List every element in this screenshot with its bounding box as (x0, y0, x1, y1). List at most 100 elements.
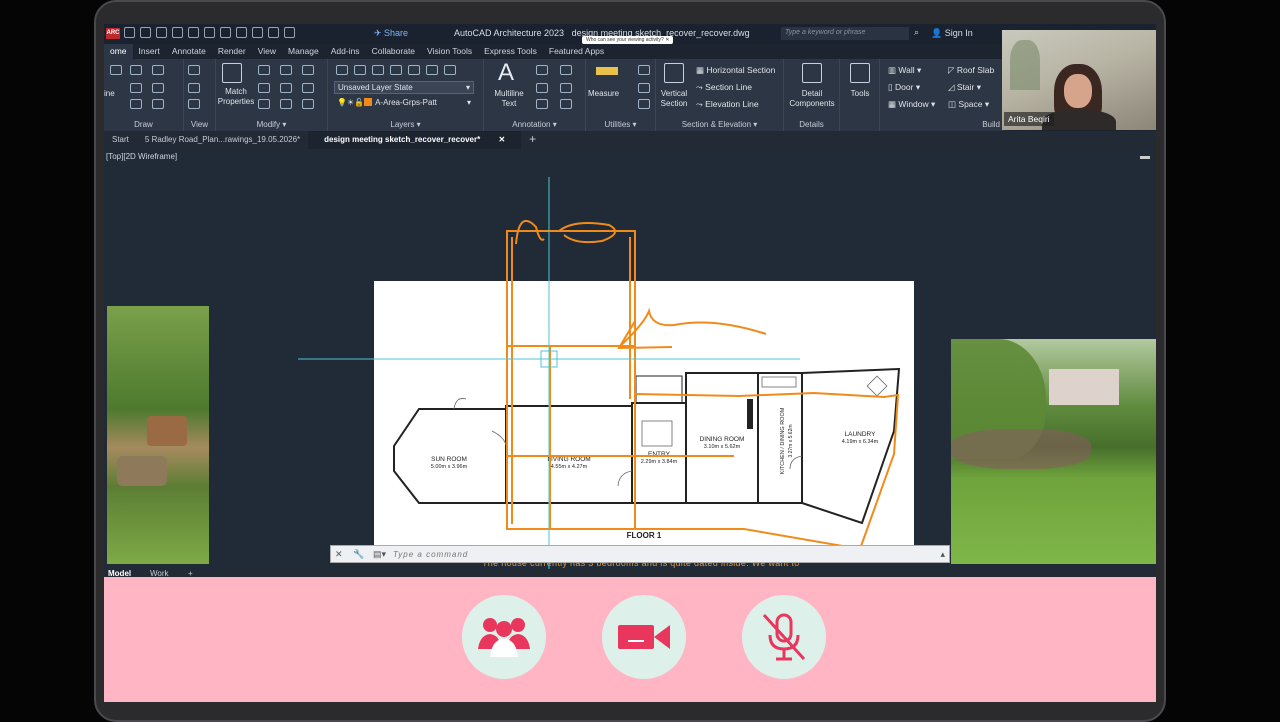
share-button[interactable]: ✈ Share (374, 28, 408, 39)
close-icon[interactable]: ✕ (490, 131, 513, 148)
dimension-icon[interactable] (536, 65, 548, 75)
tools-icon[interactable] (850, 63, 870, 83)
arc-icon[interactable] (152, 65, 164, 75)
match-properties-icon[interactable] (222, 63, 242, 83)
mirror-icon[interactable] (280, 83, 292, 93)
tools-label[interactable]: Tools (840, 89, 880, 99)
search-input[interactable]: Type a keyword or phrase (781, 27, 909, 40)
layer-walk-icon[interactable] (444, 65, 456, 75)
table-icon[interactable] (560, 83, 572, 93)
microphone-button[interactable] (742, 595, 826, 679)
doc-tab-radley-road[interactable]: 5 Radley Road_Plan...rawings_19.05.2026* (137, 131, 308, 149)
section-elevation-group-label[interactable]: Section & Elevation ▾ (656, 120, 783, 129)
tab-render[interactable]: Render (212, 44, 252, 59)
layer-lock-icon[interactable] (408, 65, 420, 75)
close-icon[interactable]: ✕ (335, 549, 343, 560)
undo-icon[interactable] (220, 27, 231, 38)
workspace-icon[interactable] (268, 27, 279, 38)
mleader-icon[interactable] (536, 99, 548, 109)
tab-home[interactable]: ome (104, 44, 133, 59)
elevation-line-button[interactable]: ⤳ Elevation Line (696, 99, 759, 110)
chevron-up-icon[interactable]: ▴ (940, 549, 945, 560)
tab-featured-apps[interactable]: Featured Apps (543, 44, 610, 59)
stretch-icon[interactable] (258, 99, 270, 109)
sign-in-button[interactable]: 👤 Sign In (931, 28, 973, 39)
command-input[interactable]: Type a command (393, 550, 468, 559)
view-cube-icon[interactable] (188, 65, 200, 75)
layers-group-label[interactable]: Layers ▾ (328, 120, 483, 129)
polyline-icon[interactable] (130, 65, 142, 75)
customize-icon[interactable] (284, 27, 295, 38)
modify-group-label[interactable]: Modify ▾ (216, 120, 327, 129)
space-button[interactable]: ◫ Space ▾ (948, 99, 989, 110)
annotation-group-label[interactable]: Annotation ▾ (484, 120, 585, 129)
wall-button[interactable]: ▥ Wall ▾ (888, 65, 921, 76)
measure-icon[interactable] (596, 67, 618, 75)
rectangle-icon[interactable] (130, 99, 142, 109)
new-file-icon[interactable] (124, 27, 135, 38)
layer-properties-icon[interactable] (336, 65, 348, 75)
layer-state-select[interactable]: Unsaved Layer State ▾ (334, 81, 474, 94)
save-as-icon[interactable] (172, 27, 183, 38)
tab-manage[interactable]: Manage (282, 44, 325, 59)
print-icon[interactable] (204, 27, 215, 38)
text-icon[interactable] (536, 83, 548, 93)
save-icon[interactable] (156, 27, 167, 38)
measure-label[interactable]: Measure (588, 89, 619, 99)
circle-icon[interactable] (130, 83, 142, 93)
match-properties-label[interactable]: Match Properties (216, 87, 256, 107)
camera-button[interactable] (602, 595, 686, 679)
rotate-icon[interactable] (280, 65, 292, 75)
line-tool-label[interactable]: ine (104, 89, 115, 99)
hatch-icon[interactable] (152, 99, 164, 109)
trim-icon[interactable] (302, 65, 314, 75)
redo-icon[interactable] (236, 27, 247, 38)
search-icon[interactable]: ⌕ (914, 27, 919, 38)
app-logo[interactable]: ARC (106, 28, 120, 39)
multiline-text-icon[interactable]: A (498, 59, 514, 87)
utilities-group-label[interactable]: Utilities ▾ (586, 120, 655, 129)
scale-icon[interactable] (280, 99, 292, 109)
move-icon[interactable] (258, 65, 270, 75)
viewing-activity-tooltip[interactable]: Who can see your viewing activity? ✕ (582, 36, 674, 44)
door-button[interactable]: ▯ Door ▾ (888, 82, 920, 93)
wrench-icon[interactable]: 🔧 (353, 549, 364, 560)
command-history-icon[interactable]: ▤▾ (373, 549, 386, 560)
named-views-icon[interactable] (188, 99, 200, 109)
layer-select[interactable]: 💡☀🔓 A-Area-Grps-Patt ▾ (334, 97, 474, 110)
detail-components-label[interactable]: Detail Components (784, 89, 840, 109)
tab-annotate[interactable]: Annotate (166, 44, 212, 59)
layer-isolate-icon[interactable] (372, 65, 384, 75)
ellipse-icon[interactable] (152, 83, 164, 93)
tab-vision-tools[interactable]: Vision Tools (421, 44, 478, 59)
tab-express-tools[interactable]: Express Tools (478, 44, 543, 59)
drawing-canvas[interactable]: [Top][2D Wireframe] ▬ SUN ROOM 5.00m x 3… (104, 149, 1156, 580)
copy-icon[interactable] (258, 83, 270, 93)
tab-insert[interactable]: Insert (133, 44, 166, 59)
stair-button[interactable]: ◿ Stair ▾ (948, 82, 981, 93)
id-point-icon[interactable] (638, 83, 650, 93)
doc-tab-start[interactable]: Start (104, 131, 137, 149)
layer-off-icon[interactable] (354, 65, 366, 75)
leader-icon[interactable] (560, 65, 572, 75)
horizontal-section-button[interactable]: ▦ Horizontal Section (696, 65, 775, 76)
doc-tab-design-meeting[interactable]: design meeting sketch_recover_recover* ✕ (308, 131, 522, 149)
open-file-icon[interactable] (140, 27, 151, 38)
vertical-section-label[interactable]: Vertical Section (656, 89, 692, 109)
roof-slab-button[interactable]: ◸ Roof Slab (948, 65, 994, 76)
line-icon[interactable] (110, 65, 122, 75)
tab-view[interactable]: View (252, 44, 282, 59)
section-line-button[interactable]: ⤳ Section Line (696, 82, 752, 93)
markup-icon[interactable] (560, 99, 572, 109)
fillet-icon[interactable] (302, 83, 314, 93)
quick-select-icon[interactable] (638, 65, 650, 75)
array-icon[interactable] (302, 99, 314, 109)
publish-icon[interactable] (188, 27, 199, 38)
vertical-section-icon[interactable] (664, 63, 684, 83)
calculator-icon[interactable] (638, 99, 650, 109)
participants-button[interactable] (462, 595, 546, 679)
viewport-icon[interactable] (188, 83, 200, 93)
multiline-text-label[interactable]: Multiline Text (484, 89, 534, 109)
layer-freeze-icon[interactable] (390, 65, 402, 75)
window-button[interactable]: ▦ Window ▾ (888, 99, 935, 110)
